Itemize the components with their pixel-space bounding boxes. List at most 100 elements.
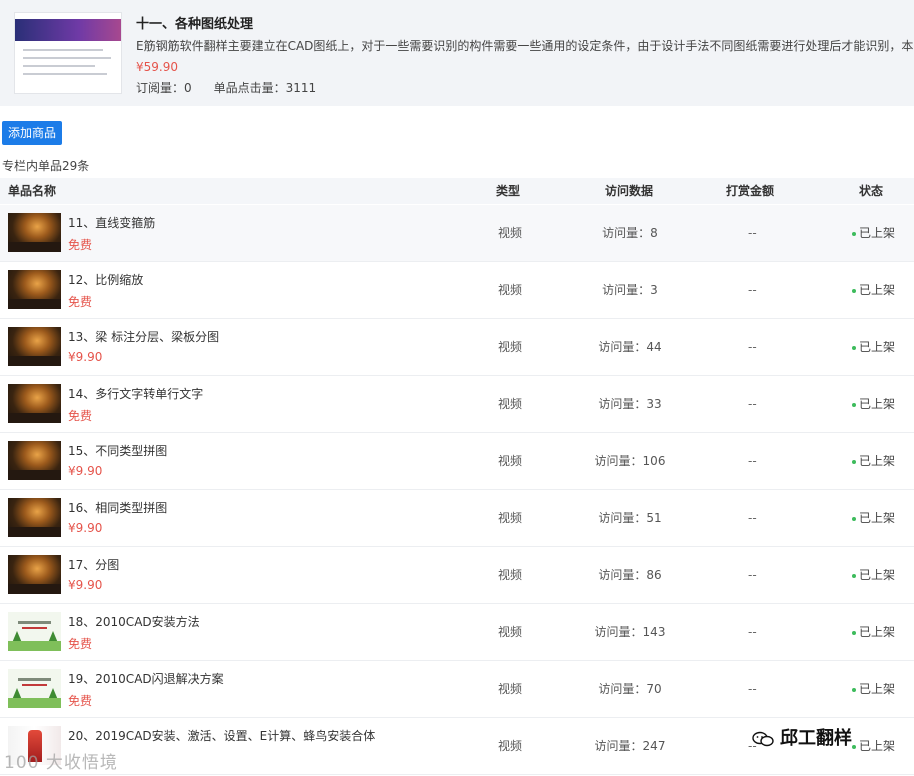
status-dot-icon xyxy=(852,516,856,521)
product-thumbnail[interactable] xyxy=(8,612,61,651)
product-status: 已上架 xyxy=(852,718,895,774)
table-row[interactable]: 15、不同类型拼图 ¥9.90 视频 访问量：106 -- 已上架 xyxy=(0,433,914,490)
product-status: 已上架 xyxy=(852,205,895,261)
column-stats: 订阅量：0 单品点击量：3111 xyxy=(136,79,316,96)
product-status: 已上架 xyxy=(852,319,895,375)
product-visits: 访问量：51 xyxy=(598,511,662,525)
table-row[interactable]: 14、多行文字转单行文字 免费 视频 访问量：33 -- 已上架 xyxy=(0,376,914,433)
product-status: 已上架 xyxy=(852,547,895,603)
product-visits: 访问量：143 xyxy=(594,625,666,639)
product-name[interactable]: 17、分图 xyxy=(68,556,119,573)
product-visits: 访问量：33 xyxy=(598,397,662,411)
status-label: 已上架 xyxy=(859,454,896,468)
table-row[interactable]: 12、比例缩放 免费 视频 访问量：3 -- 已上架 xyxy=(0,262,914,319)
product-tip-amount: -- xyxy=(748,283,757,297)
table-row[interactable]: 13、梁 标注分层、梁板分图 ¥9.90 视频 访问量：44 -- 已上架 xyxy=(0,319,914,376)
product-status: 已上架 xyxy=(852,376,895,432)
product-type: 视频 xyxy=(498,454,523,468)
product-thumbnail[interactable] xyxy=(8,327,61,366)
column-description: E筋钢筋软件翻样主要建立在CAD图纸上，对于一些需要识别的构件需要一些通用的设定… xyxy=(136,39,914,53)
product-type: 视频 xyxy=(498,625,523,639)
product-status: 已上架 xyxy=(852,433,895,489)
product-name[interactable]: 16、相同类型拼图 xyxy=(68,499,167,516)
column-title: 十一、各种图纸处理 xyxy=(136,17,254,32)
product-price: 免费 xyxy=(68,694,93,708)
product-tip-amount: -- xyxy=(748,340,757,354)
column-cover-image[interactable] xyxy=(14,12,122,94)
click-count: 单品点击量：3111 xyxy=(213,81,317,95)
status-label: 已上架 xyxy=(859,511,896,525)
product-name[interactable]: 13、梁 标注分层、梁板分图 xyxy=(68,328,219,345)
status-dot-icon xyxy=(852,573,856,578)
status-label: 已上架 xyxy=(859,625,896,639)
product-name[interactable]: 15、不同类型拼图 xyxy=(68,442,167,459)
product-visits: 访问量：70 xyxy=(598,682,662,696)
table-row[interactable]: 19、2010CAD闪退解决方案 免费 视频 访问量：70 -- 已上架 xyxy=(0,661,914,718)
product-type: 视频 xyxy=(498,511,523,525)
product-status: 已上架 xyxy=(852,661,895,717)
product-thumbnail[interactable] xyxy=(8,441,61,480)
status-dot-icon xyxy=(852,231,856,236)
header-type: 类型 xyxy=(496,184,521,198)
product-price: ¥9.90 xyxy=(68,578,103,592)
product-visits: 访问量：3 xyxy=(602,283,658,297)
product-visits: 访问量：86 xyxy=(598,568,662,582)
status-dot-icon xyxy=(852,459,856,464)
product-visits: 访问量：247 xyxy=(594,739,666,753)
status-label: 已上架 xyxy=(859,283,896,297)
header-status: 状态 xyxy=(859,184,884,198)
header-tip: 打赏金额 xyxy=(726,184,775,198)
product-tip-amount: -- xyxy=(748,226,757,240)
product-thumbnail[interactable] xyxy=(8,270,61,309)
product-type: 视频 xyxy=(498,226,523,240)
product-thumbnail[interactable] xyxy=(8,384,61,423)
product-type: 视频 xyxy=(498,568,523,582)
column-price: ¥59.90 xyxy=(136,60,178,74)
header-name: 单品名称 xyxy=(8,184,57,198)
watermark-right: 邱工翻样 xyxy=(752,724,852,750)
product-type: 视频 xyxy=(498,340,523,354)
table-row[interactable]: 18、2010CAD安装方法 免费 视频 访问量：143 -- 已上架 xyxy=(0,604,914,661)
product-visits: 访问量：8 xyxy=(602,226,658,240)
product-price: 免费 xyxy=(68,238,93,252)
product-name[interactable]: 18、2010CAD安装方法 xyxy=(68,613,200,630)
status-label: 已上架 xyxy=(859,682,896,696)
status-dot-icon xyxy=(852,402,856,407)
product-tip-amount: -- xyxy=(748,625,757,639)
table-row[interactable]: 16、相同类型拼图 ¥9.90 视频 访问量：51 -- 已上架 xyxy=(0,490,914,547)
product-thumbnail[interactable] xyxy=(8,498,61,537)
product-name[interactable]: 14、多行文字转单行文字 xyxy=(68,385,203,402)
product-price: ¥9.90 xyxy=(68,464,103,478)
product-status: 已上架 xyxy=(852,604,895,660)
product-thumbnail[interactable] xyxy=(8,669,61,708)
product-tip-amount: -- xyxy=(748,682,757,696)
product-name[interactable]: 19、2010CAD闪退解决方案 xyxy=(68,670,224,687)
product-tip-amount: -- xyxy=(748,568,757,582)
product-type: 视频 xyxy=(498,682,523,696)
product-price: ¥9.90 xyxy=(68,350,103,364)
product-tip-amount: -- xyxy=(748,511,757,525)
header-visits: 访问数据 xyxy=(605,184,654,198)
product-name[interactable]: 11、直线变箍筋 xyxy=(68,214,155,231)
add-product-button[interactable]: 添加商品 xyxy=(2,121,62,145)
product-table-body: 11、直线变箍筋 免费 视频 访问量：8 -- 已上架 12、比例缩放 免费 视频 访问量：3 --… xyxy=(0,205,914,775)
product-name[interactable]: 12、比例缩放 xyxy=(68,271,143,288)
product-thumbnail[interactable] xyxy=(8,213,61,252)
product-price: 免费 xyxy=(68,637,93,651)
subscription-count: 订阅量：0 xyxy=(136,81,192,95)
status-label: 已上架 xyxy=(859,397,896,411)
table-row[interactable]: 11、直线变箍筋 免费 视频 访问量：8 -- 已上架 xyxy=(0,205,914,262)
product-thumbnail[interactable] xyxy=(8,555,61,594)
product-price: ¥9.90 xyxy=(68,521,103,535)
column-header: 十一、各种图纸处理 E筋钢筋软件翻样主要建立在CAD图纸上，对于一些需要识别的构… xyxy=(0,0,914,106)
status-label: 已上架 xyxy=(859,340,896,354)
watermark-right-text: 邱工翻样 xyxy=(780,728,852,749)
product-type: 视频 xyxy=(498,397,523,411)
product-name[interactable]: 20、2019CAD安装、激活、设置、E计算、蜂鸟安装合体 xyxy=(68,727,375,744)
product-price: 免费 xyxy=(68,295,93,309)
product-visits: 访问量：44 xyxy=(598,340,662,354)
product-tip-amount: -- xyxy=(748,397,757,411)
product-status: 已上架 xyxy=(852,262,895,318)
table-row[interactable]: 17、分图 ¥9.90 视频 访问量：86 -- 已上架 xyxy=(0,547,914,604)
status-label: 已上架 xyxy=(859,739,896,753)
